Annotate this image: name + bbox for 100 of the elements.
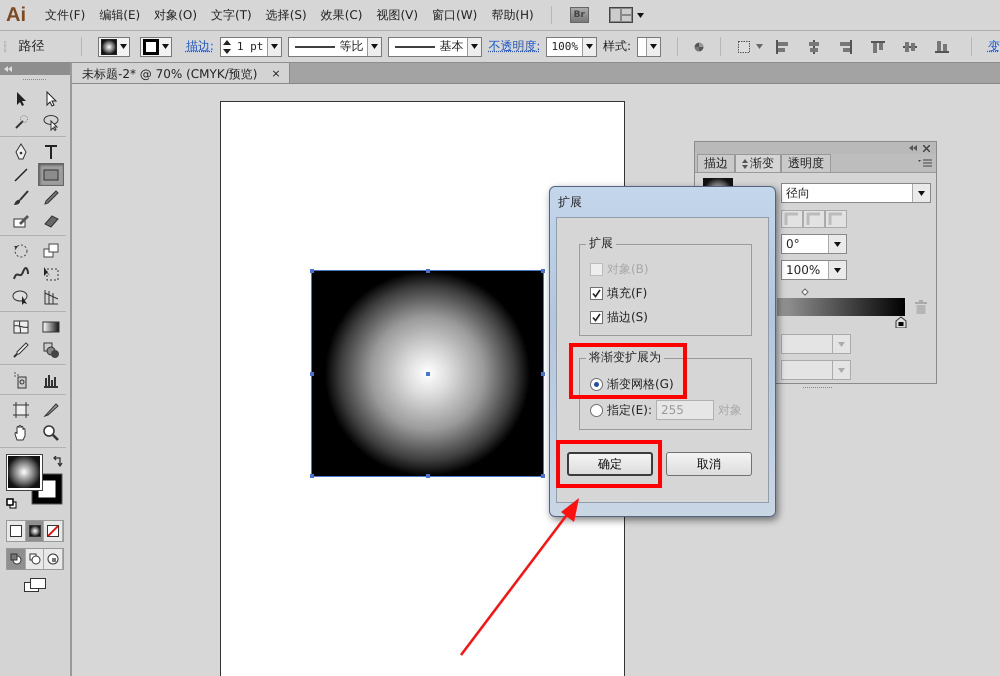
caret-icon <box>636 12 644 18</box>
document-tab[interactable]: 未标题-2* @ 70% (CMYK/预览) × <box>72 63 290 83</box>
gradient-type-dropdown[interactable]: 径向 <box>781 183 931 203</box>
stroke-profile-dropdown[interactable]: 等比 <box>288 36 382 56</box>
menu-item[interactable]: 视图(V) <box>369 6 426 24</box>
selection-handle[interactable] <box>310 474 314 478</box>
close-button[interactable] <box>923 144 930 152</box>
swap-button[interactable] <box>52 454 64 468</box>
draw-behind-icon <box>26 551 42 567</box>
rectangle-tool[interactable] <box>38 163 64 186</box>
selection-handle[interactable] <box>310 372 314 376</box>
menu-item[interactable]: 窗口(W) <box>425 6 484 24</box>
menu-item[interactable]: 选择(S) <box>258 6 314 24</box>
selection-handle[interactable] <box>310 269 314 273</box>
check-icon <box>592 288 601 298</box>
caret-icon <box>271 44 278 49</box>
align-to-selection-button[interactable] <box>736 38 764 54</box>
scale-icon <box>41 240 61 260</box>
grip-icon <box>23 78 47 81</box>
expand-arrows-icon <box>742 158 748 168</box>
check-icon <box>592 312 601 322</box>
dialog-button[interactable]: 确定 <box>567 452 653 476</box>
selection-handle[interactable] <box>426 269 430 273</box>
checkbox-label[interactable]: 填充(F) <box>607 286 648 300</box>
gradient-mode-icon <box>26 523 42 539</box>
stroke-swatch-dropdown[interactable] <box>140 36 172 56</box>
stroke-swatch-icon <box>142 38 159 54</box>
radio-button[interactable] <box>590 378 603 390</box>
opacity-field[interactable]: 100% <box>546 36 597 56</box>
graphic-style-dropdown[interactable] <box>637 36 661 56</box>
swap-arrow-icon <box>52 456 64 468</box>
dialog-button[interactable]: 取消 <box>666 452 752 476</box>
menu-item[interactable]: 效果(C) <box>314 6 370 24</box>
caret-icon <box>471 44 478 49</box>
caret-icon <box>834 242 841 246</box>
selection-bounds-icon <box>736 38 752 54</box>
caret-icon <box>650 44 657 49</box>
line-style-icon <box>395 44 436 48</box>
group-label: 将渐变扩展为 <box>586 350 664 364</box>
radio-label[interactable]: 指定(E): <box>607 402 652 418</box>
caret-icon <box>838 368 845 372</box>
none-mode-button[interactable] <box>44 521 64 541</box>
collapse-icon <box>4 66 12 72</box>
fill-swatch-dropdown[interactable] <box>98 36 130 56</box>
panel-tab[interactable]: 描边 <box>697 154 735 172</box>
menu-item[interactable]: 文字(T) <box>204 6 259 24</box>
dialog-title: 扩展 <box>558 194 582 210</box>
color-mode-button[interactable] <box>7 521 26 541</box>
resize-grip-icon <box>802 386 832 389</box>
color-mode-icon <box>8 523 24 539</box>
workspace-layout-button[interactable] <box>608 7 644 23</box>
align-button[interactable] <box>838 38 854 54</box>
aspect-ratio-dropdown[interactable]: 100% <box>781 260 847 280</box>
collapse-icon <box>909 145 917 151</box>
gradient-mode-button[interactable] <box>26 521 44 541</box>
stroke-weight-field[interactable]: 1 pt <box>220 36 282 56</box>
align-button[interactable] <box>870 38 886 54</box>
align-icon <box>838 38 854 54</box>
caret-icon <box>586 44 593 49</box>
stroke-link[interactable]: 描边: <box>186 39 214 54</box>
panel-menu-button[interactable] <box>918 159 932 167</box>
default-colors-button[interactable] <box>6 496 17 510</box>
radio-button[interactable] <box>590 404 603 416</box>
caret-icon <box>756 44 764 49</box>
artboard-icon <box>11 400 31 420</box>
app-logo: Ai <box>6 3 26 27</box>
align-button[interactable] <box>774 38 790 54</box>
align-button[interactable] <box>934 38 950 54</box>
search-icon <box>41 422 61 442</box>
selection-handle[interactable] <box>426 474 430 478</box>
menu-item[interactable]: 文件(F) <box>38 6 92 24</box>
checkbox[interactable] <box>590 310 603 324</box>
draw-inside-icon <box>45 551 62 567</box>
caret-icon <box>838 342 845 346</box>
group-label: 扩展 <box>586 236 616 250</box>
align-icon <box>774 38 790 54</box>
draw-normal-button[interactable] <box>7 549 26 569</box>
gradient-slider-drawing[interactable] <box>777 288 909 328</box>
angle-dropdown[interactable]: 0° <box>781 234 847 254</box>
checkbox-label[interactable]: 描边(S) <box>607 310 648 324</box>
checkbox[interactable] <box>590 286 603 300</box>
line-style-icon <box>295 44 336 48</box>
selection-handle[interactable] <box>541 474 545 478</box>
menu-item[interactable]: 对象(O) <box>147 6 204 24</box>
menu-item[interactable]: 编辑(E) <box>92 6 148 24</box>
menu-item[interactable]: 帮助(H) <box>484 6 541 24</box>
opacity-link[interactable]: 不透明度: <box>488 39 540 54</box>
panel-tab[interactable]: 透明度 <box>781 154 831 172</box>
radio-label[interactable]: 渐变网格(G) <box>607 376 674 392</box>
default-colors-icon <box>6 498 17 510</box>
selection-handle[interactable] <box>541 269 545 273</box>
layout-icon <box>608 7 633 23</box>
close-button[interactable]: × <box>271 67 281 81</box>
panel-tab[interactable]: 渐变 <box>735 154 781 172</box>
transform-link[interactable]: 变 <box>988 39 1000 54</box>
selection-handle[interactable] <box>541 372 545 376</box>
trash-icon <box>915 300 927 314</box>
brush-dropdown[interactable]: 基本 <box>388 36 482 56</box>
caret-icon <box>371 44 378 49</box>
eyedropper-icon <box>11 340 31 360</box>
